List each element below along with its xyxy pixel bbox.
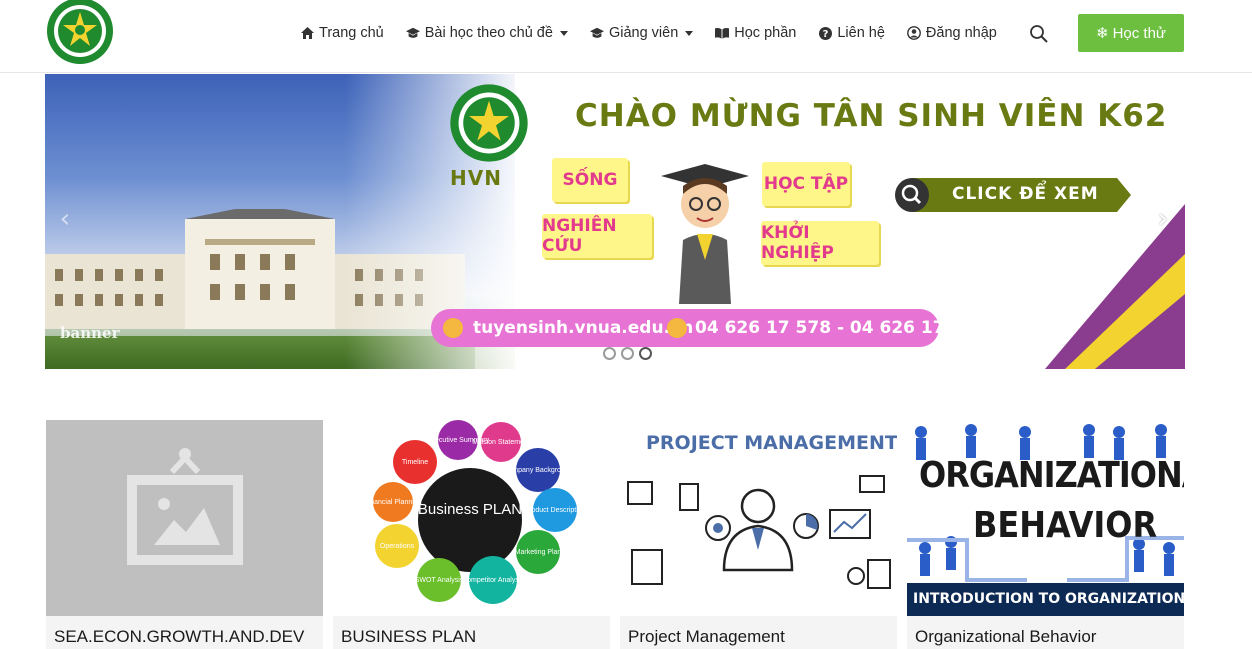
wheel-bubble-label: Competitor Analysis [462,577,524,584]
banner-corner-decoration [1045,204,1185,369]
nav-label: Trang chủ [319,25,384,41]
nav-label: Liên hệ [837,25,885,41]
business-plan-wheel-graphic: Business PLAN Timeline Executive Summary… [364,420,586,604]
wheel-bubble-label: Financial Planning [364,499,421,506]
carousel-next-button[interactable]: › [1153,204,1173,234]
question-circle-icon: ? [818,26,832,40]
wheel-bubble-label: Company Background [503,467,572,474]
nav-item-lecturers[interactable]: Giảng viên [589,25,694,41]
thumb-line2: BEHAVIOR [973,504,1158,546]
nav-item-login[interactable]: Đăng nhập [907,25,997,41]
course-card[interactable]: Business PLAN Timeline Executive Summary… [333,420,610,649]
chevron-down-icon [559,30,568,36]
snowflake-icon: ❄ [1096,25,1109,42]
banner-website: tuyensinh.vnua.edu.vn [473,318,694,338]
user-circle-icon [907,26,921,40]
phone-icon [667,318,687,338]
banner-tag: KHỞI NGHIỆP [761,221,879,265]
carousel-indicators [603,347,652,360]
hero-carousel[interactable]: banner HVN CHÀO MỪNG TÂN SINH VIÊN K62 S… [45,74,1185,369]
home-icon [300,26,314,40]
wheel-bubble-label: Timeline [402,459,428,466]
wheel-bubble-label: Mission Statement [472,439,530,446]
banner-tag: SỐNG [552,158,628,202]
course-card[interactable]: ORGANIZATIONAL BEHAVIOR INTRODUCTION TO … [907,420,1184,649]
graduation-cap-icon [589,26,604,40]
thumb-subtitle: INTRODUCTION TO ORGANIZATIONAL BEHAVIOR [913,591,1184,607]
university-logo[interactable] [45,0,115,66]
wheel-bubble-label: Product Description [524,507,585,514]
nav-item-modules[interactable]: Học phần [715,25,796,41]
nav-label: Bài học theo chủ đề [424,25,553,41]
nav-item-topics[interactable]: Bài học theo chủ đề [405,25,568,41]
graduation-cap-icon [405,26,420,40]
wheel-bubble-label: Marketing Plan [515,549,562,556]
banner-org-short: HVN [450,166,502,190]
nav-item-home[interactable]: Trang chủ [300,25,384,41]
course-thumbnail: PROJECT MANAGEMENT [620,420,897,616]
search-icon[interactable] [1029,24,1049,44]
chevron-down-icon [685,30,694,36]
carousel-prev-button[interactable]: ‹ [55,204,75,234]
course-title[interactable]: Organizational Behavior [915,627,1180,647]
svg-text:?: ? [822,29,828,40]
banner-phone: 04 626 17 578 - 04 626 17 520 [695,318,986,338]
main-nav: Trang chủ Bài học theo chủ đề Giảng viên… [300,22,1019,44]
banner-tag: HỌC TẬP [762,162,850,206]
nav-item-contact[interactable]: ? Liên hệ [818,25,885,41]
graduate-mascot-graphic [661,164,749,304]
course-title[interactable]: SEA.ECON.GROWTH.AND.DEV [54,627,319,647]
thumb-heading: PROJECT MANAGEMENT [646,432,897,454]
globe-icon [443,318,463,338]
banner-headline: CHÀO MỪNG TÂN SINH VIÊN K62 [575,98,1168,134]
course-card[interactable]: PROJECT MANAGEMENT Project Management [620,420,897,649]
carousel-dot[interactable] [603,347,616,360]
course-thumbnail-placeholder [46,420,323,616]
carousel-dot-active[interactable] [639,347,652,360]
wheel-center-label: Business PLAN [418,501,522,518]
nav-label: Học phần [734,25,797,41]
carousel-dot[interactable] [621,347,634,360]
course-thumbnail: Business PLAN Timeline Executive Summary… [333,420,610,616]
thumb-line1: ORGANIZATIONAL [919,454,1184,496]
wheel-bubble-label: SWOT Analysis [415,577,464,584]
course-title[interactable]: Project Management [628,627,893,647]
book-icon [715,26,730,40]
trial-button-label: Học thử [1112,24,1166,42]
course-thumbnail: ORGANIZATIONAL BEHAVIOR INTRODUCTION TO … [907,420,1184,616]
banner-tag: NGHIÊN CỨU [542,214,652,258]
course-title[interactable]: BUSINESS PLAN [341,627,606,647]
wheel-bubble-label: Operations [380,543,415,550]
course-card[interactable]: SEA.ECON.GROWTH.AND.DEV [46,420,323,649]
nav-label: Đăng nhập [925,25,997,41]
image-placeholder-icon [127,448,243,565]
banner-watermark: banner [60,324,120,342]
top-navbar: Trang chủ Bài học theo chủ đề Giảng viên… [0,0,1252,73]
trial-button[interactable]: ❄ Học thử [1078,14,1184,52]
nav-label: Giảng viên [608,25,679,41]
banner-logo [450,84,528,162]
